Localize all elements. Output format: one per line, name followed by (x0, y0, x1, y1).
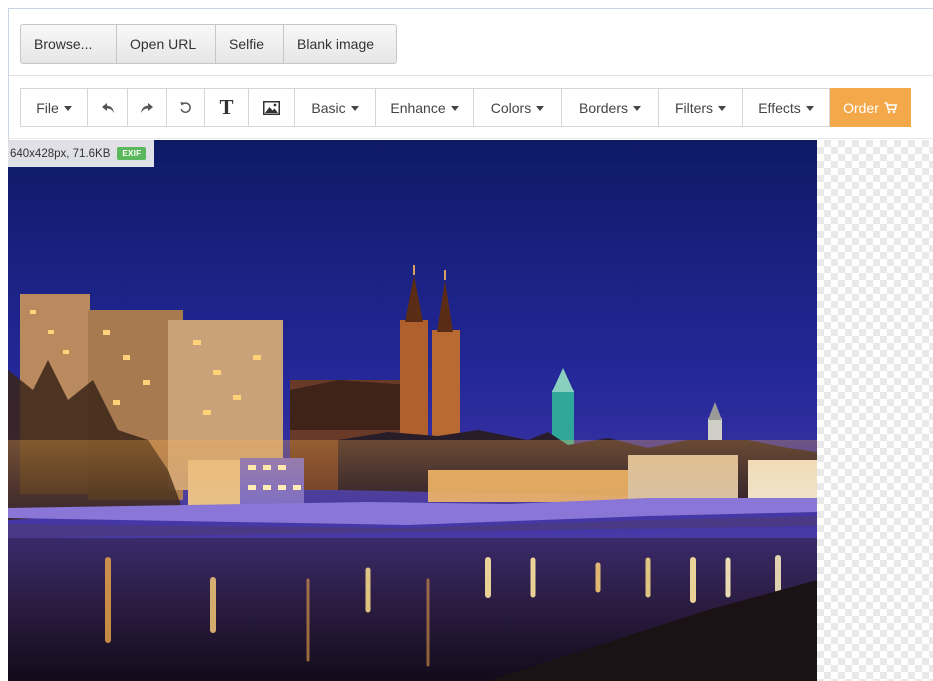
effects-menu-label: Effects (758, 99, 801, 116)
text-tool-button[interactable]: T (205, 88, 249, 127)
enhance-menu-label: Enhance (390, 99, 446, 116)
open-url-button[interactable]: Open URL (117, 24, 216, 64)
reset-icon (179, 101, 192, 114)
caret-down-icon (450, 105, 459, 111)
editor-toolbar: File T Basic Enhance Colors Borders Filt… (20, 88, 926, 127)
image-dimensions-text: 640x428px, 71.6KB (10, 147, 111, 160)
image-source-buttons: Browse... Open URL Selfie Blank image (20, 24, 397, 64)
filters-menu-label: Filters (674, 99, 714, 116)
exif-badge[interactable]: EXIF (117, 147, 147, 160)
cart-icon (884, 101, 897, 114)
undo-icon (101, 102, 115, 114)
image-icon (263, 100, 280, 115)
order-button-label: Order (843, 99, 879, 116)
redo-icon (140, 102, 154, 114)
colors-menu-label: Colors (490, 99, 532, 116)
undo-button[interactable] (88, 88, 128, 127)
image-info-overlay: 640x428px, 71.6KB EXIF (8, 140, 155, 167)
top-divider (8, 75, 933, 76)
caret-down-icon (350, 105, 359, 111)
editor-canvas[interactable] (8, 140, 933, 681)
transparent-checkerboard (817, 140, 933, 681)
browse-button[interactable]: Browse... (20, 24, 117, 64)
filters-menu[interactable]: Filters (659, 88, 743, 127)
blank-image-button[interactable]: Blank image (284, 24, 397, 64)
caret-down-icon (805, 105, 814, 111)
reset-button[interactable] (167, 88, 205, 127)
toolbar-divider (8, 138, 933, 139)
photo-night-city-river (8, 140, 817, 681)
caret-down-icon (536, 105, 545, 111)
borders-menu[interactable]: Borders (562, 88, 659, 127)
basic-menu-label: Basic (311, 99, 346, 116)
basic-menu[interactable]: Basic (295, 88, 376, 127)
file-menu[interactable]: File (20, 88, 88, 127)
insert-image-button[interactable] (249, 88, 295, 127)
file-menu-label: File (36, 99, 59, 116)
effects-menu[interactable]: Effects (743, 88, 830, 127)
caret-down-icon (718, 105, 727, 111)
borders-menu-label: Borders (578, 99, 629, 116)
redo-button[interactable] (128, 88, 167, 127)
caret-down-icon (633, 105, 642, 111)
text-tool-icon: T (219, 95, 234, 119)
selfie-button[interactable]: Selfie (216, 24, 284, 64)
enhance-menu[interactable]: Enhance (376, 88, 474, 127)
order-button[interactable]: Order (830, 88, 911, 127)
caret-down-icon (63, 105, 72, 111)
colors-menu[interactable]: Colors (474, 88, 562, 127)
